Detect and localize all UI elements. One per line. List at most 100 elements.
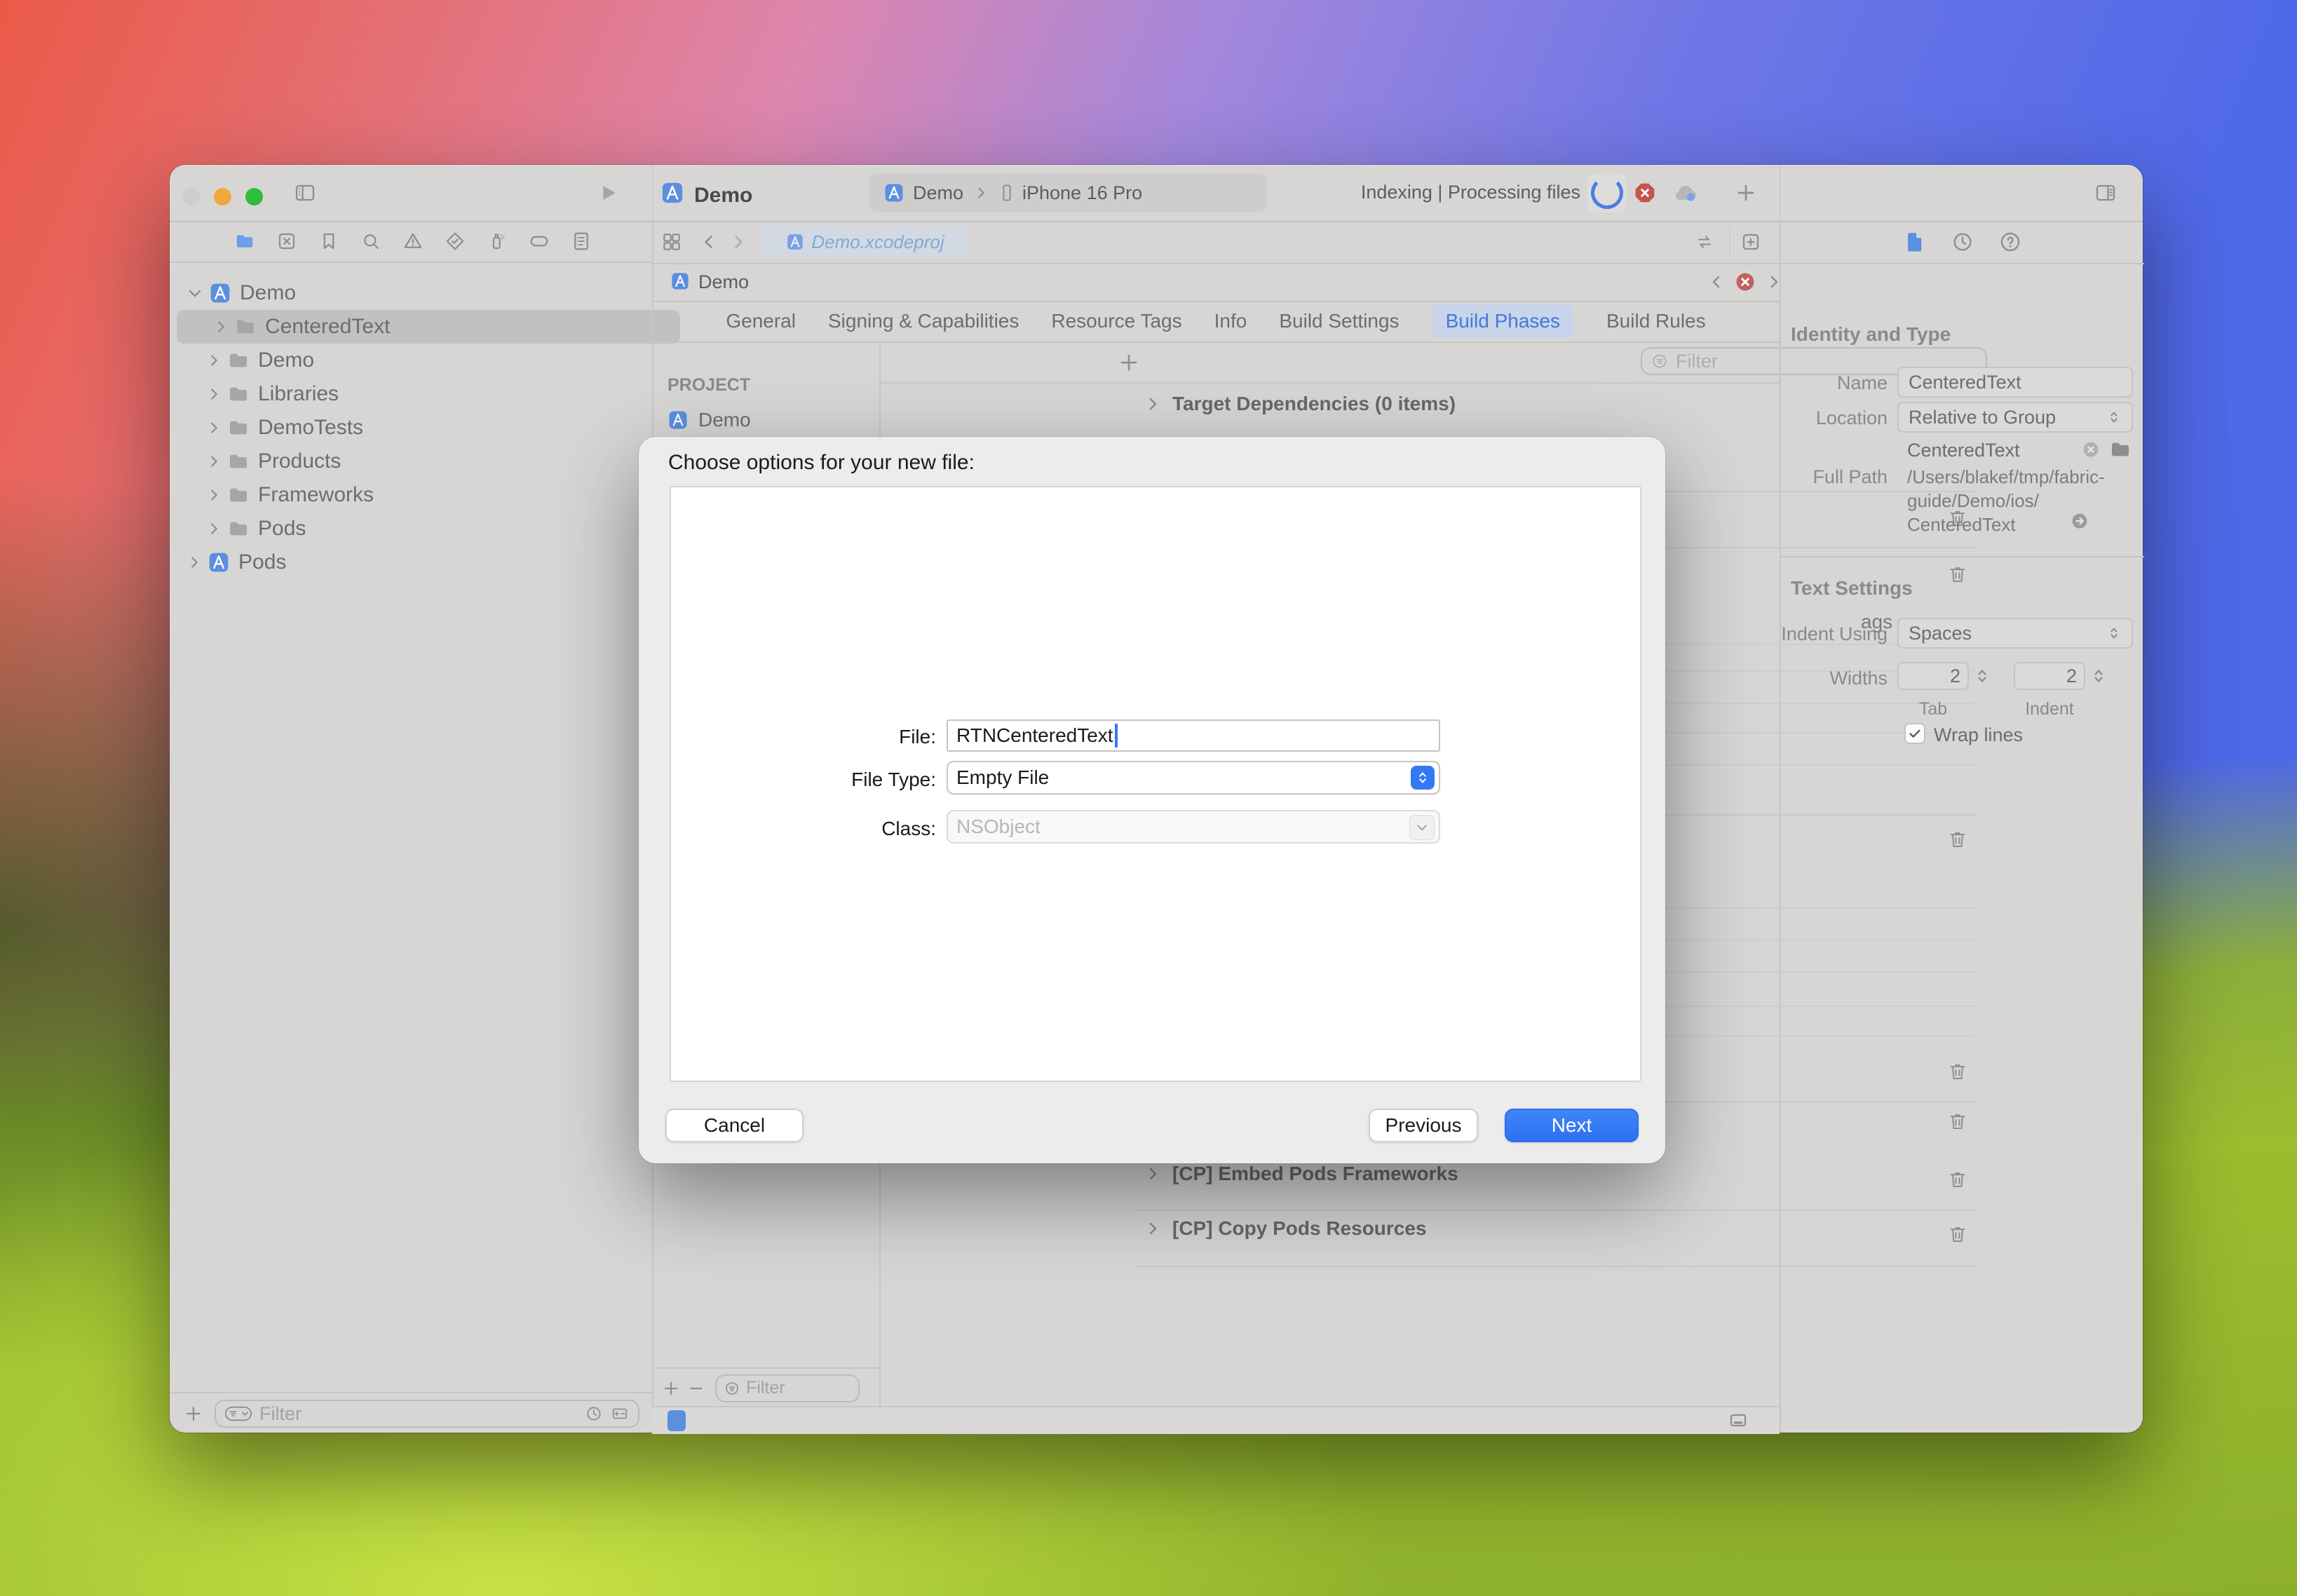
chevron-right-icon[interactable]	[206, 420, 222, 435]
breakpoint-toggle-icon[interactable]	[668, 1410, 686, 1431]
navigator-row-demo-folder[interactable]: Demo	[170, 344, 689, 377]
project-navigator-icon[interactable]	[234, 231, 255, 252]
project-item-label[interactable]: Demo	[698, 409, 751, 431]
name-field[interactable]: CenteredText	[1897, 367, 2133, 398]
navigator-item-label[interactable]: Libraries	[258, 382, 339, 406]
test-navigator-icon[interactable]	[445, 231, 466, 252]
add-target-button[interactable]	[662, 1379, 680, 1398]
file-inspector-icon[interactable]	[1903, 230, 1927, 254]
navigator-item-label[interactable]: Pods	[238, 550, 286, 574]
chevron-right-icon[interactable]	[187, 555, 202, 570]
split-editor-icon[interactable]	[1740, 231, 1761, 252]
navigator-item-label[interactable]: Pods	[258, 517, 306, 541]
reveal-path-arrow-icon[interactable]	[2070, 511, 2089, 531]
file-name-input[interactable]: RTNCenteredText	[947, 719, 1440, 752]
error-badge[interactable]	[1634, 182, 1656, 204]
chevron-right-icon[interactable]	[206, 353, 222, 368]
indent-width-field[interactable]: 2	[2014, 662, 2085, 690]
back-icon[interactable]	[700, 233, 718, 251]
chevron-right-icon[interactable]	[206, 454, 222, 469]
run-destination[interactable]: iPhone 16 Pro	[1022, 182, 1142, 204]
scheme-name[interactable]: Demo	[913, 182, 963, 204]
minimize-button[interactable]	[214, 188, 231, 205]
run-button[interactable]	[596, 182, 620, 204]
close-button[interactable]	[182, 188, 200, 205]
swap-editor-icon[interactable]	[1694, 232, 1715, 252]
location-popup[interactable]: Relative to Group	[1897, 402, 2133, 433]
navigator-item-label[interactable]: Products	[258, 449, 341, 473]
tab-width-stepper[interactable]	[1973, 665, 1991, 687]
navigator-row-pods-project[interactable]: Pods	[170, 546, 669, 579]
choose-folder-icon[interactable]	[2109, 438, 2132, 461]
navigator-row-products[interactable]: Products	[170, 445, 689, 478]
chevron-right-icon[interactable]	[1144, 1220, 1161, 1237]
tab-width-field[interactable]: 2	[1897, 662, 1969, 690]
chevron-right-icon[interactable]	[206, 521, 222, 536]
filter-options-icon[interactable]	[224, 1404, 252, 1423]
navigator-item-label[interactable]: Demo	[258, 349, 314, 372]
issue-error-icon[interactable]	[1735, 271, 1756, 292]
navigator-row-frameworks[interactable]: Frameworks	[170, 478, 689, 512]
indent-width-stepper[interactable]	[2089, 665, 2108, 687]
tab-signing-capabilities[interactable]: Signing & Capabilities	[828, 310, 1019, 332]
previous-issue-icon[interactable]	[1708, 273, 1725, 290]
tab-build-phases[interactable]: Build Phases	[1432, 304, 1574, 338]
scheme-selector[interactable]: Demo iPhone 16 Pro	[869, 174, 1266, 212]
chevron-right-icon[interactable]	[206, 487, 222, 503]
navigator-row-demotests[interactable]: DemoTests	[170, 411, 689, 445]
breadcrumb[interactable]: Demo	[698, 271, 749, 293]
forward-icon[interactable]	[729, 233, 747, 251]
phase-copy-pods-resources[interactable]: [CP] Copy Pods Resources	[1144, 1217, 1427, 1240]
indent-using-popup[interactable]: Spaces	[1897, 618, 2133, 649]
cancel-button[interactable]: Cancel	[665, 1109, 804, 1142]
project-list-item-demo[interactable]: Demo	[668, 409, 751, 431]
add-remove-filter-icon[interactable]	[610, 1405, 630, 1423]
phase-embed-pods-frameworks[interactable]: [CP] Embed Pods Frameworks	[1144, 1163, 1458, 1185]
toggle-inspector-icon[interactable]	[2092, 182, 2119, 204]
tab-general[interactable]: General	[726, 310, 796, 332]
add-build-phase-button[interactable]	[1118, 351, 1140, 374]
navigator-item-label[interactable]: CenteredText	[265, 315, 390, 339]
target-filter-field[interactable]: Filter	[715, 1374, 860, 1402]
zoom-button[interactable]	[245, 188, 263, 205]
navigator-row-pods-folder[interactable]: Pods	[170, 512, 689, 546]
clear-location-icon[interactable]	[2081, 440, 2101, 459]
tab-demo-xcodeproj[interactable]: Demo.xcodeproj	[761, 226, 969, 257]
recent-files-clock-icon[interactable]	[585, 1405, 603, 1423]
tab-build-rules[interactable]: Build Rules	[1606, 310, 1706, 332]
tab-info[interactable]: Info	[1214, 310, 1247, 332]
navigator-row-libraries[interactable]: Libraries	[170, 377, 689, 411]
debug-navigator-icon[interactable]	[487, 231, 508, 252]
previous-button[interactable]: Previous	[1369, 1109, 1478, 1142]
navigator-item-label[interactable]: Demo	[240, 281, 296, 305]
progress-spinner[interactable]	[1587, 173, 1627, 212]
wrap-lines-checkbox[interactable]	[1904, 723, 1925, 744]
breakpoint-navigator-icon[interactable]	[529, 231, 550, 252]
tab-resource-tags[interactable]: Resource Tags	[1051, 310, 1181, 332]
chevron-down-icon[interactable]	[187, 285, 203, 302]
chevron-right-icon[interactable]	[206, 386, 222, 402]
toggle-navigator-icon[interactable]	[292, 182, 318, 204]
remove-target-button[interactable]	[687, 1379, 705, 1398]
issue-navigator-icon[interactable]	[402, 231, 424, 252]
related-items-icon[interactable]	[660, 231, 683, 253]
device-display-icon[interactable]	[1728, 1410, 1749, 1431]
source-control-navigator-icon[interactable]	[276, 231, 297, 252]
add-editor-button[interactable]	[1735, 182, 1757, 204]
history-inspector-icon[interactable]	[1951, 230, 1974, 254]
add-item-button[interactable]	[184, 1404, 203, 1423]
class-combobox[interactable]: NSObject	[947, 810, 1440, 844]
chevron-right-icon[interactable]	[213, 319, 229, 334]
quick-help-inspector-icon[interactable]	[1998, 230, 2022, 254]
search-navigator-icon[interactable]	[360, 231, 381, 252]
report-navigator-icon[interactable]	[571, 231, 592, 252]
chevron-right-icon[interactable]	[1144, 395, 1161, 412]
next-button[interactable]: Next	[1505, 1109, 1639, 1142]
navigator-item-label[interactable]: Frameworks	[258, 483, 374, 507]
navigator-row-centeredtext[interactable]: CenteredText	[177, 310, 680, 344]
navigator-row-demo-project[interactable]: Demo	[170, 276, 669, 310]
bookmark-navigator-icon[interactable]	[318, 231, 339, 252]
tab-build-settings[interactable]: Build Settings	[1279, 310, 1399, 332]
navigator-item-label[interactable]: DemoTests	[258, 416, 363, 440]
navigator-filter-field[interactable]: Filter	[215, 1400, 639, 1428]
